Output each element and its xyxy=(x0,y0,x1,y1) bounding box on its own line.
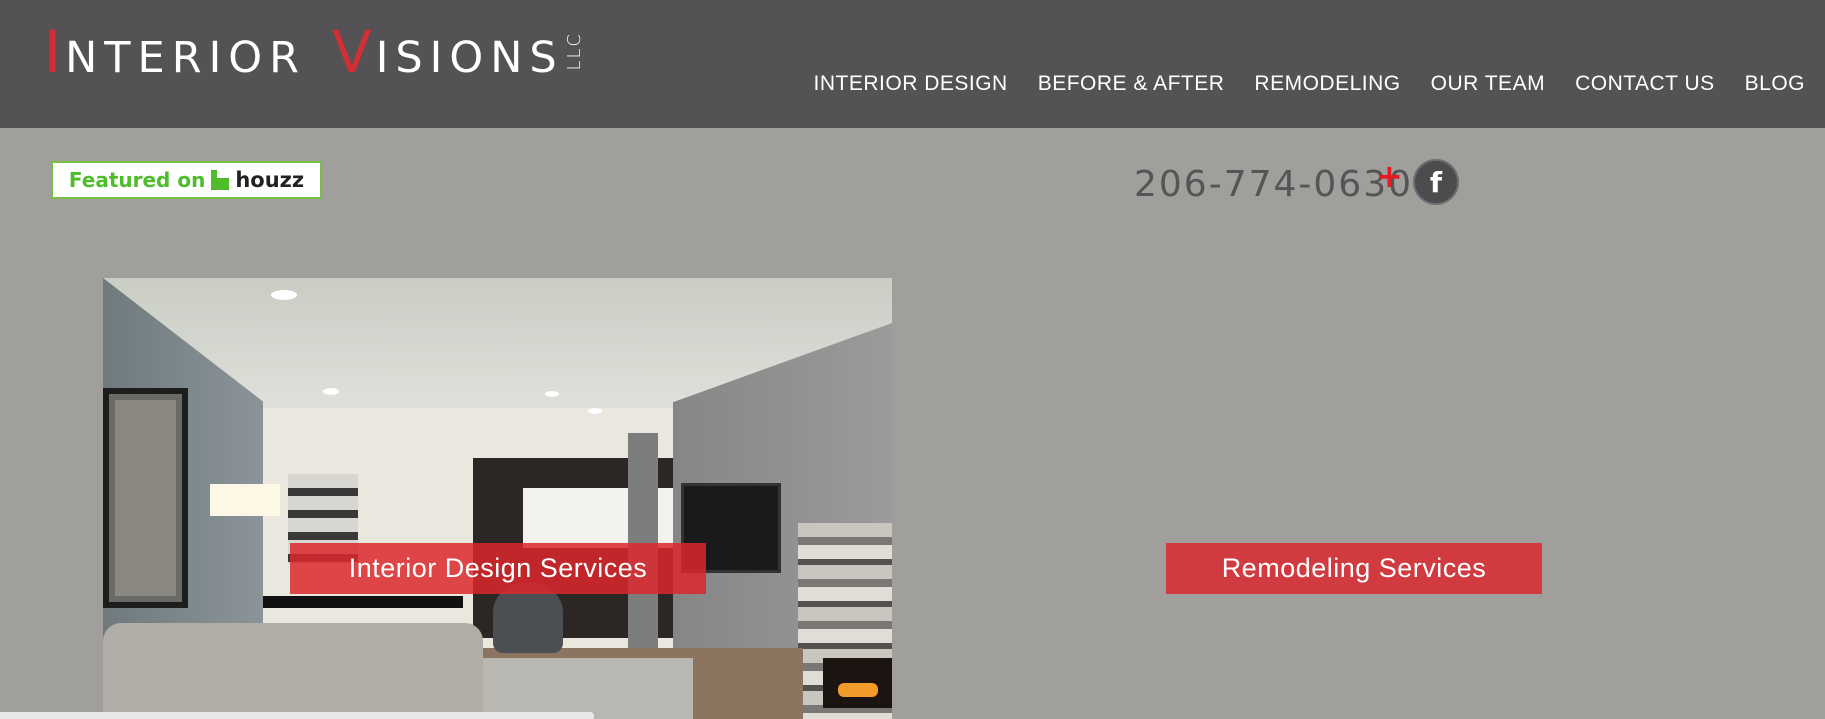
photo-ceiling-light xyxy=(588,408,602,414)
logo-initial-i: I xyxy=(44,18,66,86)
nav-item-contact-us[interactable]: CONTACT US xyxy=(1575,72,1715,96)
photo-ceiling-light xyxy=(323,388,339,395)
site-logo[interactable]: I NTERIOR V ISIONS LLC xyxy=(44,18,585,86)
houzz-featured-text: Featured on xyxy=(68,168,206,192)
plus-icon: + xyxy=(1376,157,1403,195)
photo-lamp xyxy=(210,484,280,516)
logo-initial-v: V xyxy=(332,18,376,86)
photo-fire xyxy=(823,658,892,708)
main-nav: INTERIOR DESIGN BEFORE & AFTER REMODELIN… xyxy=(814,72,1805,96)
photo-sofa xyxy=(103,623,483,719)
phone-number[interactable]: 206-774-0630 xyxy=(1134,164,1413,205)
horizontal-scrollbar[interactable] xyxy=(0,712,594,719)
facebook-icon[interactable]: f xyxy=(1413,159,1459,205)
photo-ceiling-light xyxy=(545,391,559,397)
houzz-badge[interactable]: Featured on houzz xyxy=(51,161,322,199)
houzz-h-icon xyxy=(211,170,230,190)
nav-item-our-team[interactable]: OUR TEAM xyxy=(1431,72,1545,96)
photo-ceiling-light xyxy=(271,290,297,300)
nav-item-before-after[interactable]: BEFORE & AFTER xyxy=(1038,72,1225,96)
logo-suffix-llc: LLC xyxy=(563,32,585,71)
site-header: I NTERIOR V ISIONS LLC INTERIOR DESIGN B… xyxy=(0,0,1825,128)
photo-wall-art xyxy=(103,388,188,608)
logo-word-isions: ISIONS xyxy=(375,33,564,83)
nav-item-remodeling[interactable]: REMODELING xyxy=(1254,72,1400,96)
interior-design-photo[interactable] xyxy=(103,278,892,719)
nav-item-interior-design[interactable]: INTERIOR DESIGN xyxy=(814,72,1008,96)
nav-item-blog[interactable]: BLOG xyxy=(1745,72,1805,96)
interior-design-services-button[interactable]: Interior Design Services xyxy=(290,543,706,594)
logo-word-nterior: NTERIOR xyxy=(65,33,306,83)
houzz-brand-text: houzz xyxy=(235,168,305,192)
remodeling-services-button[interactable]: Remodeling Services xyxy=(1166,543,1542,594)
photo-console-table xyxy=(263,596,463,608)
